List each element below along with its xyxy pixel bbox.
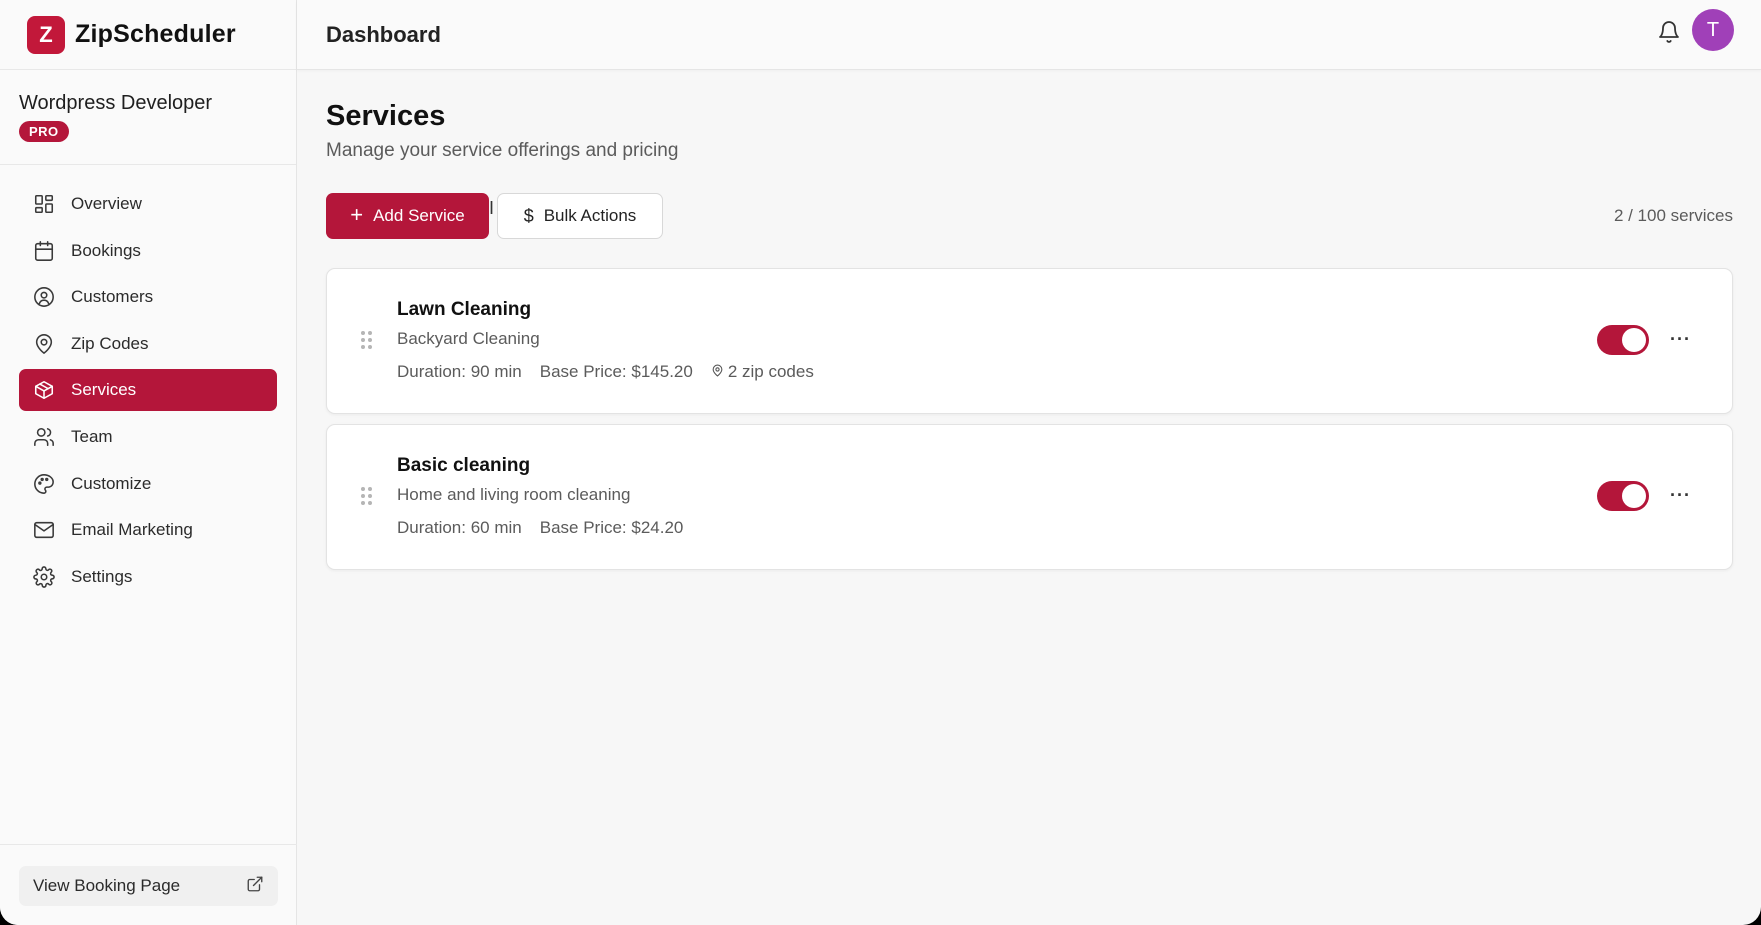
more-options-icon[interactable]: ···	[1670, 329, 1691, 350]
main-content: Services Manage your service offerings a…	[326, 70, 1733, 925]
brand[interactable]: Z ZipScheduler	[0, 0, 296, 70]
calendar-icon	[32, 239, 56, 263]
service-price: Base Price: $24.20	[539, 518, 684, 537]
grid-icon	[32, 192, 56, 216]
brand-name: ZipScheduler	[75, 20, 236, 48]
sidebar-item-email-marketing[interactable]: Email Marketing	[19, 509, 277, 551]
bell-icon[interactable]	[1657, 20, 1685, 48]
more-options-icon[interactable]: ···	[1670, 485, 1691, 506]
service-description: Backyard Cleaning	[397, 329, 540, 348]
account-info: Wordpress Developer PRO	[0, 70, 296, 165]
map-pin-icon	[711, 362, 724, 382]
sidebar-item-customize[interactable]: Customize	[19, 463, 277, 505]
sidebar-item-label: Services	[71, 380, 137, 400]
app-window: Z ZipScheduler Wordpress Developer PRO O…	[0, 0, 1761, 925]
drag-handle-icon[interactable]	[361, 331, 373, 351]
bulk-actions-button[interactable]: $ Bulk Actions	[497, 193, 663, 239]
mail-icon	[32, 518, 56, 542]
sidebar-item-label: Customize	[71, 473, 152, 493]
user-circle-icon	[32, 285, 56, 309]
service-card: Lawn Cleaning Backyard Cleaning Duration…	[326, 268, 1733, 414]
sidebar-item-label: Bookings	[71, 240, 141, 260]
brand-logo: Z	[27, 15, 65, 54]
sidebar-item-label: Team	[71, 426, 113, 446]
bulk-actions-label: Bulk Actions	[543, 206, 637, 225]
toggle-knob	[1622, 328, 1646, 352]
toggle-knob	[1622, 484, 1646, 508]
service-meta: Duration: 60 min Base Price: $24.20	[397, 518, 683, 538]
sidebar-item-label: Customers	[71, 287, 154, 307]
map-pin-icon	[32, 332, 56, 356]
zip-codes-label: 2 zip codes	[727, 362, 814, 381]
service-name: Basic cleaning	[397, 455, 531, 476]
service-count: 2 / 100 services	[1613, 206, 1733, 225]
top-header: Dashboard T	[297, 0, 1761, 70]
view-booking-page-button[interactable]: View Booking Page	[19, 866, 278, 906]
service-zip-codes: 2 zip codes	[711, 362, 814, 382]
sidebar: Z ZipScheduler Wordpress Developer PRO O…	[0, 0, 297, 925]
package-icon	[32, 378, 56, 402]
sidebar-item-team[interactable]: Team	[19, 416, 277, 458]
users-icon	[32, 425, 56, 449]
gear-icon	[32, 565, 56, 589]
avatar[interactable]: T	[1692, 9, 1734, 51]
add-service-button[interactable]: + Add Service	[326, 193, 489, 239]
service-description: Home and living room cleaning	[397, 485, 631, 504]
sidebar-item-label: Zip Codes	[71, 333, 149, 353]
service-enabled-toggle[interactable]	[1597, 481, 1649, 511]
sidebar-item-label: Overview	[71, 194, 142, 213]
header-title: Dashboard	[326, 21, 441, 47]
service-enabled-toggle[interactable]	[1597, 325, 1649, 355]
service-duration: Duration: 90 min	[397, 362, 522, 381]
page-title: Services	[326, 100, 446, 132]
service-price: Base Price: $145.20	[539, 362, 693, 381]
external-link-icon	[246, 875, 264, 898]
sidebar-item-label: Settings	[71, 566, 133, 586]
dollar-icon: $	[523, 205, 534, 226]
plan-badge: PRO	[19, 121, 69, 142]
view-booking-label: View Booking Page	[33, 876, 181, 895]
add-service-label: Add Service	[373, 206, 465, 225]
text-cursor-icon: I	[489, 198, 495, 218]
service-meta: Duration: 90 min Base Price: $145.20 2 z…	[397, 362, 814, 382]
sidebar-item-zip-codes[interactable]: Zip Codes	[19, 323, 277, 365]
service-duration: Duration: 60 min	[397, 518, 522, 537]
plus-icon: +	[350, 202, 364, 227]
service-card: Basic cleaning Home and living room clea…	[326, 424, 1733, 570]
account-name: Wordpress Developer	[19, 92, 213, 114]
sidebar-item-label: Email Marketing	[71, 520, 193, 540]
sidebar-nav: Overview Bookings Customers Zip Codes Se…	[0, 165, 296, 598]
drag-handle-icon[interactable]	[361, 487, 373, 507]
page-subtitle: Manage your service offerings and pricin…	[326, 140, 679, 161]
sidebar-item-settings[interactable]: Settings	[19, 556, 277, 598]
palette-icon	[32, 472, 56, 496]
sidebar-item-customers[interactable]: Customers	[19, 276, 277, 318]
sidebar-item-bookings[interactable]: Bookings	[19, 230, 277, 272]
sidebar-footer: View Booking Page	[0, 844, 297, 925]
service-name: Lawn Cleaning	[397, 299, 532, 320]
sidebar-item-overview[interactable]: Overview	[19, 183, 277, 225]
sidebar-item-services[interactable]: Services	[19, 369, 277, 412]
